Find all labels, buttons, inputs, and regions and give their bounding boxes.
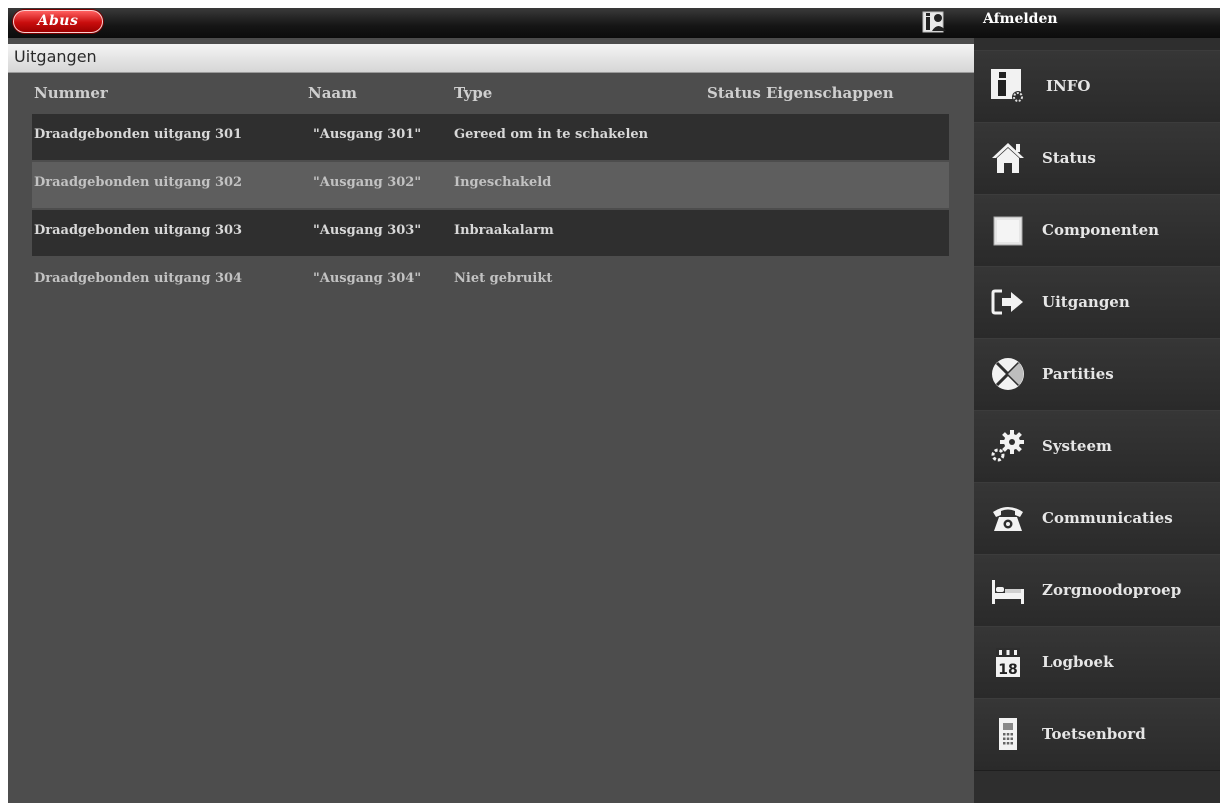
sidebar-item-logboek[interactable]: 18 Logboek [974,626,1220,699]
partition-icon [992,358,1024,390]
cell-number: Draadgebonden uitgang 303 [34,223,243,238]
main-panel: Uitgangen Nummer Naam Type Status Eigens… [8,44,974,803]
sidebar-item-info[interactable]: INFO [974,50,1220,123]
sidebar-item-toetsenbord[interactable]: Toetsenbord [974,698,1220,771]
house-icon [992,143,1024,173]
cell-name: "Ausgang 301" [313,127,422,142]
page-title: Uitgangen [14,47,97,66]
cell-type: Niet gebruikt [454,271,553,286]
user-info-icon[interactable] [922,10,948,34]
keypad-icon [999,718,1017,750]
cell-type: Ingeschakeld [454,175,552,190]
calendar-icon: 18 [996,648,1020,678]
cell-type: Inbraakalarm [454,223,554,238]
sidebar-item-label: INFO [1046,77,1091,95]
app-window: Abus Afmelden Uitgangen Nummer Naam Type… [8,8,1220,803]
table-header: Nummer Naam Type Status Eigenschappen [8,84,974,108]
sidebar-item-label: Zorgnoodoproep [1042,581,1182,599]
cell-name: "Ausgang 302" [313,175,422,190]
sidebar-item-label: Communicaties [1042,509,1173,527]
calendar-day-number: 18 [998,662,1017,678]
component-icon [993,216,1023,246]
cell-number: Draadgebonden uitgang 301 [34,127,243,142]
column-header-type[interactable]: Type [454,84,492,102]
page-title-bar: Uitgangen [8,44,974,73]
table-row[interactable]: Draadgebonden uitgang 302 "Ausgang 302" … [32,162,949,208]
cell-name: "Ausgang 303" [313,223,422,238]
cell-number: Draadgebonden uitgang 304 [34,271,243,286]
sidebar-item-label: Systeem [1042,437,1112,455]
bed-icon [992,580,1024,604]
sidebar-item-systeem[interactable]: Systeem [974,410,1220,483]
sidebar-nav: INFO Status Componenten Uitgangen Partit… [974,38,1220,803]
sidebar-item-status[interactable]: Status [974,122,1220,195]
sidebar-item-label: Status [1042,149,1096,167]
info-icon [991,69,1024,103]
table-row[interactable]: Draadgebonden uitgang 301 "Ausgang 301" … [32,114,949,160]
sidebar-item-label: Componenten [1042,221,1160,239]
cell-type: Gereed om in te schakelen [454,127,649,142]
sidebar-item-uitgangen[interactable]: Uitgangen [974,266,1220,339]
telephone-icon [993,507,1023,531]
table-row[interactable]: Draadgebonden uitgang 303 "Ausgang 303" … [32,210,949,256]
sidebar-item-zorgnoodoproep[interactable]: Zorgnoodoproep [974,554,1220,627]
sidebar-item-label: Toetsenbord [1042,725,1146,743]
table-row[interactable]: Draadgebonden uitgang 304 "Ausgang 304" … [32,258,949,304]
logout-button[interactable]: Afmelden [983,11,1058,27]
column-header-status-properties[interactable]: Status Eigenschappen [707,84,894,102]
column-header-number[interactable]: Nummer [34,84,108,102]
output-arrow-icon [991,289,1023,315]
cell-name: "Ausgang 304" [313,271,422,286]
sidebar-item-partities[interactable]: Partities [974,338,1220,411]
sidebar-item-label: Uitgangen [1042,293,1130,311]
sidebar-footer [974,796,1220,803]
sidebar-item-componenten[interactable]: Componenten [974,194,1220,267]
sidebar-item-label: Logboek [1042,653,1114,671]
abus-logo: Abus [13,10,103,33]
gear-icon [991,430,1024,462]
sidebar-item-label: Partities [1042,365,1114,383]
sidebar-item-communicaties[interactable]: Communicaties [974,482,1220,555]
cell-number: Draadgebonden uitgang 302 [34,175,243,190]
top-bar: Abus Afmelden [8,8,1220,38]
column-header-name[interactable]: Naam [308,84,357,102]
